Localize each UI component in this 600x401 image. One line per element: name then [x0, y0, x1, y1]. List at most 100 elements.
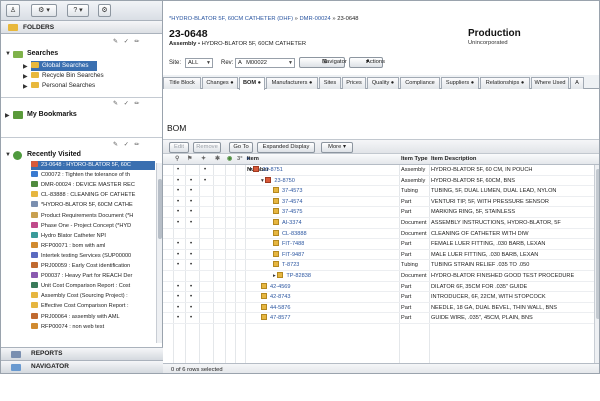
- recent-item[interactable]: P00037 : Heavy Part for REACH Der: [31, 272, 155, 281]
- attachment-icon[interactable]: ⚑: [187, 154, 192, 165]
- chevron-right-icon[interactable]: ▶: [23, 63, 28, 70]
- table-row[interactable]: • • • ▾ 23-8750 Assembly HYDRO-BLATOR 5F, 60C…: [163, 176, 599, 187]
- recent-item[interactable]: Product Requirements Document (*H: [31, 211, 155, 221]
- item-number-cell[interactable]: 37-4575: [273, 207, 303, 218]
- chevron-right-icon[interactable]: ▶: [23, 83, 28, 90]
- item-number-cell[interactable]: 37-4574: [273, 197, 303, 208]
- tree-item-personal-searches[interactable]: Personal Searches: [31, 81, 95, 91]
- tab-manufacturers[interactable]: Manufacturers ●: [266, 77, 318, 89]
- chevron-down-icon[interactable]: ▼: [5, 51, 11, 57]
- item-number-cell[interactable]: ▾ 23-8751: [249, 165, 283, 176]
- help-menu-button[interactable]: ? ▾: [67, 4, 89, 17]
- tab-quality[interactable]: Quality ●: [367, 77, 399, 89]
- table-row[interactable]: • • 37-4574 Part VENTURI TIP, 5F, WITH PRESS…: [163, 197, 599, 208]
- item-number-cell[interactable]: 37-4573: [273, 186, 303, 197]
- site-icon[interactable]: ◉: [227, 154, 232, 165]
- item-number-cell[interactable]: AI-3374: [273, 218, 302, 229]
- tab-prices[interactable]: Prices: [342, 77, 366, 89]
- recent-item[interactable]: RFP00074 : non web test: [31, 322, 155, 332]
- item-number-link[interactable]: 37-4573: [282, 188, 303, 194]
- navigator-button[interactable]: ⊞ Navigator: [299, 57, 347, 68]
- tools-menu-button[interactable]: ⚙ ▾: [31, 4, 57, 17]
- more-button[interactable]: More ▾: [321, 142, 353, 153]
- item-number-link[interactable]: 44-5876: [270, 305, 291, 311]
- folders-header[interactable]: FOLDERS: [1, 21, 162, 34]
- col-item-type[interactable]: Item Type: [401, 154, 428, 165]
- chevron-right-icon[interactable]: ▶: [5, 112, 10, 119]
- link-icon[interactable]: ⚲: [175, 154, 179, 165]
- recent-tools-icons[interactable]: ✎ ✓ ✏: [113, 141, 141, 148]
- tab-changes[interactable]: Changes ●: [202, 77, 238, 89]
- recent-item[interactable]: RFP00071 : bom with aml: [31, 241, 155, 251]
- tab-titleblock[interactable]: Title Block: [163, 77, 201, 89]
- recent-item[interactable]: 23-0648 : HYDRO-BLATOR 5F, 60C: [31, 161, 155, 170]
- item-number-link[interactable]: CL-83888: [282, 231, 307, 237]
- item-number-cell[interactable]: ▾ 23-8750: [261, 176, 295, 187]
- item-number-link[interactable]: 23-8750: [274, 178, 295, 184]
- item-number-link[interactable]: FIT-9487: [282, 252, 304, 258]
- bookmarks-title[interactable]: My Bookmarks: [27, 111, 77, 118]
- table-row[interactable]: • • T-8723 Tubing TUBING STRAIN RELIEF .035 …: [163, 260, 599, 271]
- tree-item-global-searches[interactable]: Global Searches: [31, 61, 97, 71]
- table-row[interactable]: • • FIT-7488 Part FEMALE LUER FITTING, .030 …: [163, 239, 599, 250]
- left-scrollbar[interactable]: [156, 163, 162, 343]
- reports-bar[interactable]: REPORTS: [1, 347, 163, 360]
- tab-relationships[interactable]: Relationships ●: [480, 77, 530, 89]
- table-row[interactable]: • • 47-8577 Part GUIDE WIRE, .035", 45CM, PL…: [163, 313, 599, 324]
- item-number-cell[interactable]: FIT-7488: [273, 239, 304, 250]
- recent-item[interactable]: C00072 : Tighten the tolerance of th: [31, 171, 155, 180]
- searches-title[interactable]: Searches: [27, 50, 58, 57]
- goto-button[interactable]: Go To: [229, 142, 253, 153]
- recent-item[interactable]: PRJ00064 : assembly with AML: [31, 312, 155, 322]
- item-number-link[interactable]: FIT-7488: [282, 241, 304, 247]
- recent-item[interactable]: *HYDRO-BLATOR 5F, 60CM CATHE: [31, 201, 155, 210]
- recent-item[interactable]: Phase One - Project Concept (*HYD: [31, 221, 155, 231]
- chevron-down-icon[interactable]: ▼: [5, 152, 11, 158]
- table-row[interactable]: • • AI-3374 Document ASSEMBLY INSTRUCTIONS, …: [163, 218, 599, 229]
- item-number-link[interactable]: 37-4574: [282, 199, 303, 205]
- rev-select[interactable]: A M00022 ▼: [235, 58, 295, 68]
- item-number-link[interactable]: 37-4575: [282, 209, 303, 215]
- level-icon[interactable]: 3°: [237, 154, 243, 165]
- table-row[interactable]: • • 42-4569 Part DILATOR 6F, 35CM FOR .035" …: [163, 282, 599, 293]
- item-number-cell[interactable]: 42-8743: [261, 292, 291, 303]
- item-number-cell[interactable]: FIT-9487: [273, 250, 304, 261]
- item-number-cell[interactable]: T-8723: [273, 260, 299, 271]
- user-button[interactable]: ♙: [6, 4, 20, 17]
- recent-item[interactable]: DMR-00024 : DEVICE MASTER REC: [31, 181, 155, 190]
- tab-whereused[interactable]: Where Used: [531, 77, 569, 89]
- recent-item[interactable]: Hydro Blator Catheter NPI: [31, 231, 155, 241]
- tab-compliance[interactable]: Compliance: [400, 77, 440, 89]
- item-number-link[interactable]: TP-82838: [286, 273, 311, 279]
- item-number-link[interactable]: AI-3374: [282, 220, 302, 226]
- recent-item[interactable]: Assembly Cost (Sourcing Project) :: [31, 292, 155, 301]
- item-number-cell[interactable]: ▸ TP-82838: [273, 271, 311, 282]
- remove-button[interactable]: Remove: [193, 142, 221, 153]
- recent-item[interactable]: Effective Cost Comparison Report :: [31, 302, 155, 311]
- recent-item[interactable]: Intertek testing Services (SUP00000: [31, 251, 155, 261]
- settings-button[interactable]: ⚙: [98, 4, 111, 17]
- site-select[interactable]: ALL ▼: [185, 58, 213, 68]
- tab-a[interactable]: A: [570, 77, 584, 89]
- scroll-thumb[interactable]: [596, 169, 599, 319]
- expanded-display-button[interactable]: Expanded Display: [257, 142, 315, 153]
- chevron-right-icon[interactable]: ▶: [23, 73, 28, 80]
- item-number-link[interactable]: T-8723: [282, 262, 299, 268]
- tab-suppliers[interactable]: Suppliers ●: [441, 77, 479, 89]
- tree-item-recycle-bin-searches[interactable]: Recycle Bin Searches: [31, 71, 104, 81]
- change-icon[interactable]: ✱: [215, 154, 220, 165]
- table-row[interactable]: • • ▾ 23-8751 Assembly HYDRO-BLATOR 5F, 60 C…: [163, 165, 599, 176]
- table-row[interactable]: • • FIT-9487 Part MALE LUER FITTING, .030 BA…: [163, 250, 599, 261]
- bom-scrollbar[interactable]: [594, 165, 599, 363]
- edit-button[interactable]: Edit: [169, 142, 189, 153]
- recent-item[interactable]: PRJ00059 : Early Cost identification: [31, 262, 155, 271]
- table-row[interactable]: • • 37-4573 Tubing TUBING, 5F, DUAL LUMEN, D…: [163, 186, 599, 197]
- bookmarks-tools-icons[interactable]: ✎ ✓ ✏: [113, 100, 141, 107]
- item-number-link[interactable]: 23-8751: [262, 167, 283, 173]
- item-number-cell[interactable]: 42-4569: [261, 282, 291, 293]
- tab-sites[interactable]: Sites: [319, 77, 341, 89]
- item-number-link[interactable]: 47-8577: [270, 315, 291, 321]
- recently-visited-title[interactable]: Recently Visited: [27, 151, 81, 158]
- breadcrumb-link-dmr[interactable]: DMR-00024: [299, 16, 330, 22]
- item-number-cell[interactable]: CL-83888: [273, 229, 307, 240]
